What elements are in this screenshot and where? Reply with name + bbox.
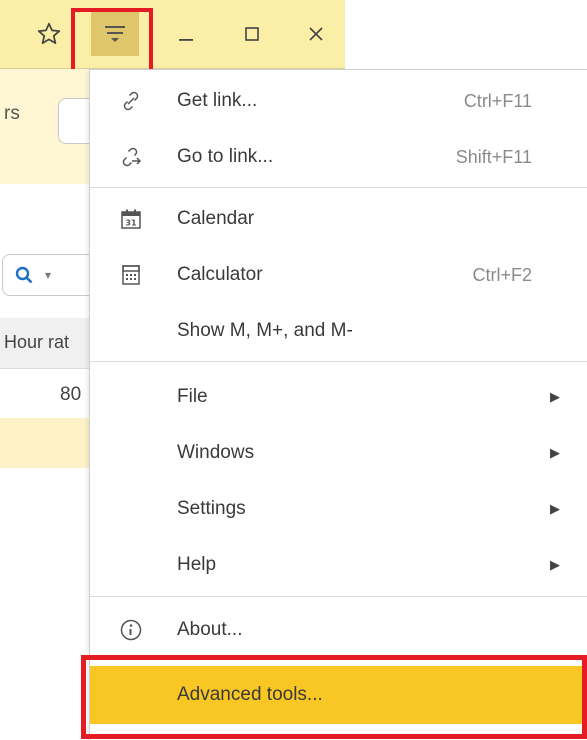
menu-item-label: File (177, 386, 208, 407)
table-cell-value: 80 (60, 384, 82, 405)
advanced-tools-highlight-box (81, 655, 587, 739)
star-outline-icon[interactable] (26, 0, 72, 68)
menu-item-file[interactable]: File ▶ (90, 369, 587, 425)
submenu-arrow-icon: ▶ (550, 445, 560, 460)
close-icon (309, 27, 323, 41)
menu-separator (90, 187, 587, 188)
background-label-fragment: rs (4, 103, 20, 124)
menu-item-help[interactable]: Help ▶ (90, 537, 587, 593)
menu-item-show-memory[interactable]: Show M, M+, and M- (90, 303, 587, 359)
menu-item-go-to-link[interactable]: Go to link... Shift+F11 (90, 129, 587, 185)
menu-item-label: Help (177, 554, 217, 575)
go-to-link-icon (118, 144, 144, 170)
chevron-down-icon: ▾ (45, 268, 52, 282)
menu-item-label: Windows (177, 442, 255, 463)
menu-item-shortcut: Shift+F11 (455, 146, 532, 167)
background-search-box[interactable]: ▾ (2, 254, 90, 296)
info-icon (118, 617, 144, 643)
column-header-hour-rate: Hour rat (4, 332, 70, 352)
menu-item-label: About... (177, 619, 243, 640)
menu-item-get-link[interactable]: Get link... Ctrl+F11 (90, 73, 587, 129)
menu-item-shortcut: Ctrl+F2 (472, 264, 532, 285)
table-column-header[interactable]: Hour rat (0, 318, 90, 369)
close-button[interactable] (294, 0, 338, 68)
calendar-icon: 31 (118, 206, 144, 232)
main-dropdown-menu: Get link... Ctrl+F11 Go to link... Shift… (89, 69, 587, 740)
link-icon (118, 88, 144, 114)
menu-item-calculator[interactable]: Calculator Ctrl+F2 (90, 247, 587, 303)
menu-item-shortcut: Ctrl+F11 (463, 90, 532, 111)
minimize-icon (179, 39, 193, 41)
minimize-button[interactable] (164, 0, 208, 68)
menu-item-label: Calendar (177, 208, 255, 229)
maximize-icon (245, 27, 259, 41)
calculator-icon (118, 262, 144, 288)
menu-separator (90, 596, 587, 597)
submenu-arrow-icon: ▶ (550, 501, 560, 516)
calendar-day-number: 31 (125, 219, 137, 228)
menu-item-label: Get link... (177, 90, 258, 111)
menu-item-about[interactable]: About... (90, 602, 587, 658)
menu-item-label: Settings (177, 498, 246, 519)
maximize-button[interactable] (230, 0, 274, 68)
table-row-selected[interactable] (0, 418, 90, 468)
menu-separator (90, 361, 587, 362)
menu-item-windows[interactable]: Windows ▶ (90, 425, 587, 481)
menu-item-label: Calculator (177, 264, 263, 285)
menu-item-label: Go to link... (177, 146, 274, 167)
search-icon (15, 266, 33, 284)
title-bar (0, 0, 345, 69)
submenu-arrow-icon: ▶ (550, 557, 560, 572)
menu-item-settings[interactable]: Settings ▶ (90, 481, 587, 537)
menu-item-label: Show M, M+, and M- (177, 320, 353, 341)
submenu-arrow-icon: ▶ (550, 389, 560, 404)
menu-item-calendar[interactable]: 31 Calendar (90, 191, 587, 247)
